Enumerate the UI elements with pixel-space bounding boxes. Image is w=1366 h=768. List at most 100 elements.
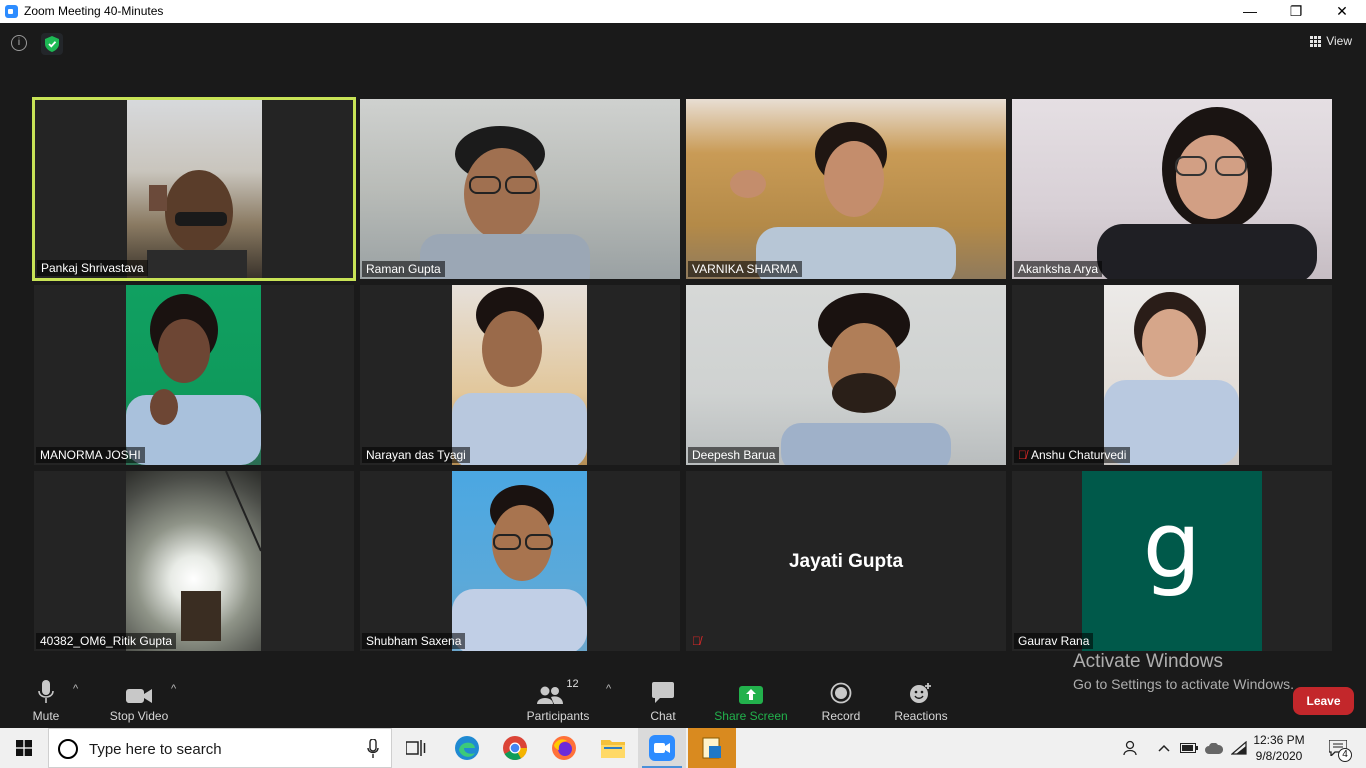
grid-icon: [1310, 35, 1322, 47]
notifications-button[interactable]: 4: [1318, 728, 1358, 768]
participant-video: [126, 285, 261, 465]
participants-count: 12: [566, 678, 579, 690]
video-tile[interactable]: Akanksha Arya: [1012, 99, 1332, 279]
participant-name: Raman Gupta: [362, 261, 445, 277]
participant-name: Gaurav Rana: [1014, 633, 1094, 649]
participant-name: Pankaj Shrivastava: [37, 260, 148, 276]
taskbar-firefox[interactable]: [540, 728, 588, 768]
watermark-title: Activate Windows: [1073, 651, 1223, 672]
edge-browser-icon: [455, 736, 479, 760]
share-screen-button[interactable]: Share Screen: [713, 676, 789, 728]
minimize-button[interactable]: —: [1227, 0, 1273, 23]
muted-mic-icon: 🎙̸: [1018, 448, 1027, 462]
record-icon: [830, 682, 852, 704]
mute-button[interactable]: Mute: [26, 676, 66, 728]
zoom-app-icon: [649, 735, 675, 761]
video-tile[interactable]: MANORMA JOSHI: [34, 285, 354, 465]
record-button[interactable]: Record: [818, 676, 864, 728]
participants-button[interactable]: 12 Participants: [523, 676, 593, 728]
participant-name-text: Anshu Chaturvedi: [1031, 448, 1127, 462]
video-tile[interactable]: Raman Gupta: [360, 99, 680, 279]
participant-video: [127, 100, 262, 278]
firefox-browser-icon: [552, 736, 576, 760]
participant-video: [452, 471, 587, 651]
start-button[interactable]: [0, 728, 48, 768]
video-camera-icon: [126, 689, 152, 703]
restore-button[interactable]: ❐: [1273, 0, 1319, 23]
battery-indicator[interactable]: [1178, 728, 1200, 768]
participant-name: Akanksha Arya: [1014, 261, 1103, 277]
participants-label: Participants: [526, 709, 590, 723]
cortana-icon: [58, 739, 78, 759]
chat-label: Chat: [650, 709, 676, 723]
title-bar: Zoom Meeting 40-Minutes — ❐ ✕: [0, 0, 1366, 23]
participant-name: Narayan das Tyagi: [362, 447, 470, 463]
folder-icon: [601, 740, 625, 758]
meeting-area: i View Pankaj Shrivastava Raman Gupta VA…: [0, 23, 1366, 728]
view-label: View: [1326, 34, 1352, 48]
video-tile[interactable]: 40382_OM6_Ritik Gupta: [34, 471, 354, 651]
video-tile[interactable]: VARNIKA SHARMA: [686, 99, 1006, 279]
close-button[interactable]: ✕: [1319, 0, 1365, 23]
window-title: Zoom Meeting 40-Minutes: [24, 4, 164, 18]
battery-icon: [1180, 743, 1198, 753]
stop-video-button[interactable]: Stop Video: [104, 676, 174, 728]
video-tile[interactable]: Jayati Gupta 🎙̸: [686, 471, 1006, 651]
muted-mic-icon: 🎙̸: [692, 634, 701, 648]
taskbar-clock[interactable]: 12:36 PM 9/8/2020: [1250, 732, 1308, 764]
document-app-icon: [702, 737, 721, 759]
participant-name: 40382_OM6_Ritik Gupta: [36, 633, 177, 649]
people-button[interactable]: [1116, 728, 1142, 768]
participant-video: [452, 285, 587, 465]
encryption-shield-icon[interactable]: [41, 33, 63, 55]
video-tile[interactable]: Narayan das Tyagi: [360, 285, 680, 465]
taskbar-edge[interactable]: [443, 728, 491, 768]
voice-search-mic-icon[interactable]: [367, 739, 379, 759]
meeting-info-icon[interactable]: i: [11, 35, 27, 51]
stop-video-label: Stop Video: [109, 709, 169, 723]
cloud-icon: [1205, 742, 1223, 754]
onedrive-indicator[interactable]: [1202, 728, 1226, 768]
taskbar-search-box[interactable]: Type here to search: [48, 728, 392, 768]
audio-options-caret[interactable]: ^: [73, 683, 78, 695]
participant-name: 🎙̸ Anshu Chaturvedi: [1014, 447, 1131, 463]
watermark-subtitle: Go to Settings to activate Windows.: [1073, 676, 1294, 692]
reactions-button[interactable]: Reactions: [892, 676, 950, 728]
reactions-smiley-icon: [910, 683, 931, 703]
participant-video: [126, 471, 262, 651]
video-tile[interactable]: Pankaj Shrivastava: [32, 97, 356, 281]
view-button[interactable]: View: [1310, 34, 1352, 48]
wifi-icon: [1231, 741, 1247, 755]
video-tile[interactable]: 🎙̸ Anshu Chaturvedi: [1012, 285, 1332, 465]
chrome-browser-icon: [503, 736, 527, 761]
participant-video: [686, 99, 1006, 279]
video-options-caret[interactable]: ^: [171, 683, 176, 695]
show-hidden-icons-button[interactable]: [1154, 728, 1174, 768]
participant-name: MANORMA JOSHI: [36, 447, 145, 463]
task-view-icon: [406, 740, 426, 756]
video-tile[interactable]: g Gaurav Rana: [1012, 471, 1332, 651]
participants-options-caret[interactable]: ^: [606, 683, 611, 695]
video-tile[interactable]: Shubham Saxena: [360, 471, 680, 651]
chat-button[interactable]: Chat: [643, 676, 683, 728]
participant-video: [360, 99, 680, 279]
video-tile[interactable]: Deepesh Barua: [686, 285, 1006, 465]
zoom-logo-icon: [5, 5, 18, 18]
taskbar-chrome[interactable]: [491, 728, 539, 768]
reactions-label: Reactions: [894, 709, 948, 723]
task-view-button[interactable]: [392, 728, 440, 768]
taskbar-file-explorer[interactable]: [589, 728, 637, 768]
participant-video: [1104, 285, 1239, 465]
network-indicator[interactable]: [1228, 728, 1250, 768]
taskbar-zoom[interactable]: [638, 728, 686, 768]
windows-logo-icon: [16, 740, 32, 756]
share-screen-label: Share Screen: [714, 709, 788, 723]
people-icon: [1123, 740, 1137, 756]
clock-date: 9/8/2020: [1255, 749, 1303, 763]
windows-taskbar: Type here to search 12:36 PM 9/8/2020 4: [0, 728, 1366, 768]
leave-button[interactable]: Leave: [1293, 687, 1354, 715]
taskbar-app-pinned[interactable]: [688, 728, 736, 768]
record-label: Record: [821, 709, 861, 723]
participant-name: VARNIKA SHARMA: [688, 261, 802, 277]
chevron-up-icon: [1158, 744, 1170, 752]
